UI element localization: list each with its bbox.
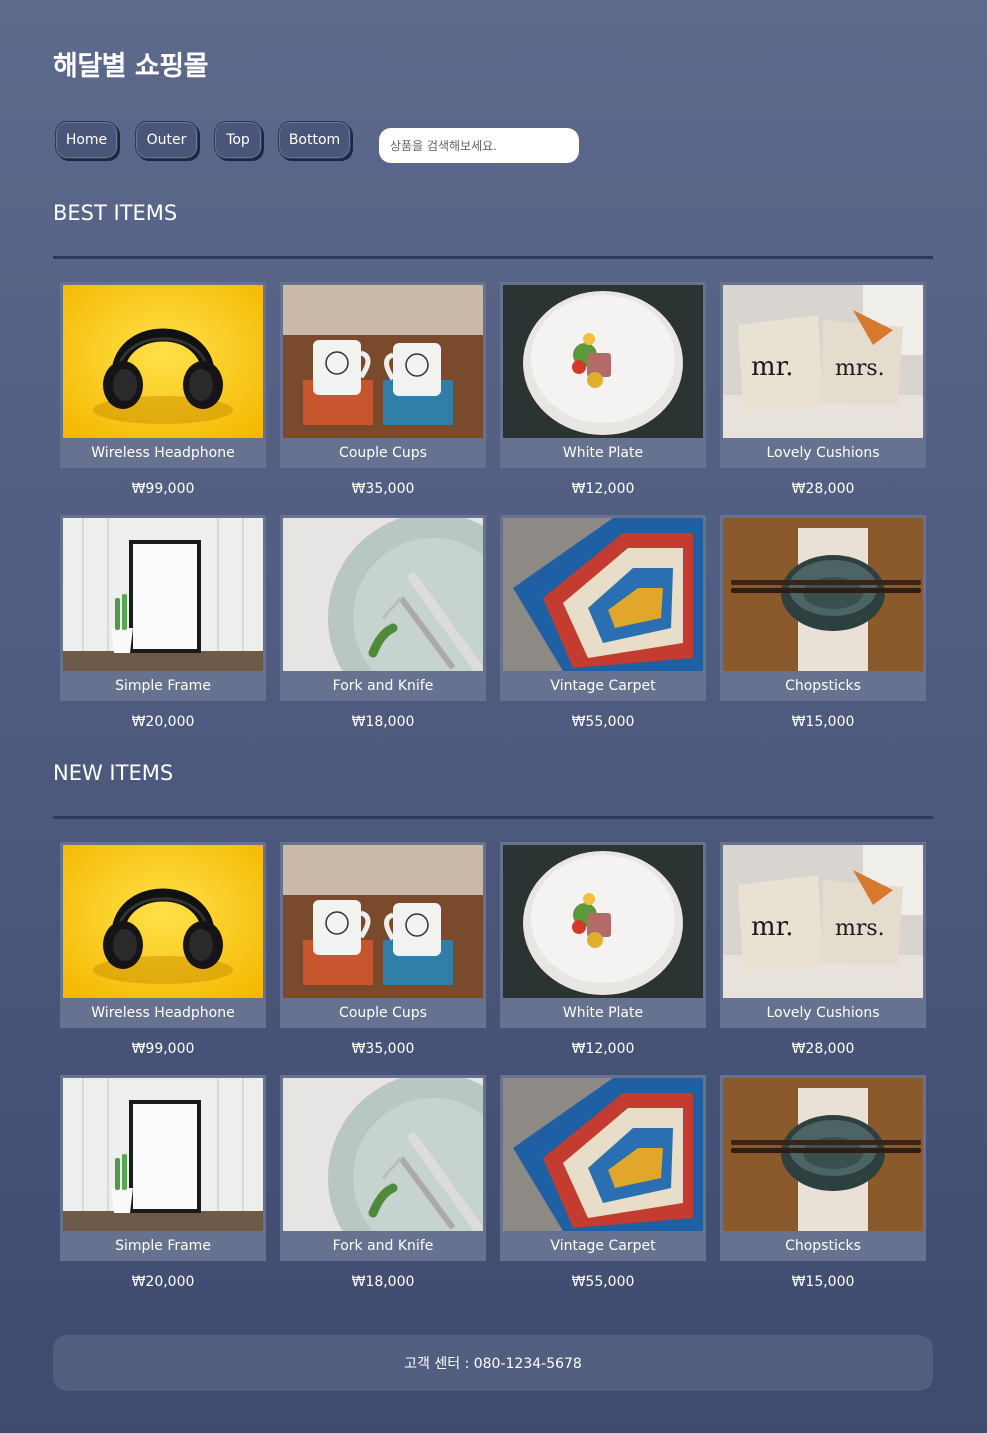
product-price: ₩28,000 — [791, 1041, 855, 1057]
headphone-image — [63, 285, 263, 438]
chopsticks-image — [723, 1078, 923, 1231]
product-price: ₩15,000 — [791, 1274, 855, 1290]
svg-text:mrs.: mrs. — [835, 356, 885, 381]
plate-image — [503, 845, 703, 998]
product-card[interactable]: Vintage Carpet ₩55,000 — [500, 1075, 706, 1290]
product-image[interactable] — [720, 1075, 926, 1231]
cups-image — [283, 845, 483, 998]
product-price: ₩28,000 — [791, 481, 855, 497]
product-name: Chopsticks — [720, 671, 926, 701]
chopsticks-image — [723, 518, 923, 671]
nav-home-button[interactable]: Home — [55, 121, 118, 159]
product-price: ₩99,000 — [131, 481, 195, 497]
product-card[interactable]: Chopsticks ₩15,000 — [720, 1075, 926, 1290]
product-price: ₩18,000 — [351, 714, 415, 730]
section-title-best: BEST ITEMS — [53, 201, 178, 225]
product-price: ₩12,000 — [571, 481, 635, 497]
product-name: Wireless Headphone — [60, 438, 266, 468]
product-card[interactable]: Fork and Knife ₩18,000 — [280, 515, 486, 730]
section-divider — [53, 816, 933, 819]
product-card[interactable]: Couple Cups ₩35,000 — [280, 282, 486, 497]
product-image[interactable] — [500, 515, 706, 671]
footer: 고객 센터 : 080-1234-5678 — [53, 1335, 933, 1391]
product-name: Couple Cups — [280, 998, 486, 1028]
product-image[interactable] — [60, 282, 266, 438]
search-input[interactable] — [379, 128, 579, 163]
product-card[interactable]: Vintage Carpet ₩55,000 — [500, 515, 706, 730]
product-name: Vintage Carpet — [500, 1231, 706, 1261]
product-card[interactable]: Couple Cups ₩35,000 — [280, 842, 486, 1057]
product-card[interactable]: Chopsticks ₩15,000 — [720, 515, 926, 730]
product-name: Lovely Cushions — [720, 438, 926, 468]
product-image[interactable] — [60, 1075, 266, 1231]
product-image[interactable] — [60, 842, 266, 998]
product-price: ₩20,000 — [131, 1274, 195, 1290]
product-image[interactable] — [280, 515, 486, 671]
product-price: ₩20,000 — [131, 714, 195, 730]
product-card[interactable]: Simple Frame ₩20,000 — [60, 515, 266, 730]
product-card[interactable]: mr. mrs. Lovely Cushions ₩28,000 — [720, 282, 926, 497]
site-title: 해달별 쇼핑몰 — [53, 51, 208, 82]
product-price: ₩35,000 — [351, 481, 415, 497]
svg-text:mr.: mr. — [751, 912, 794, 942]
product-image[interactable] — [500, 842, 706, 998]
footer-contact-text: 고객 센터 : 080-1234-5678 — [404, 1356, 582, 1372]
cups-image — [283, 285, 483, 438]
carpet-image — [503, 1078, 703, 1231]
section-title-new: NEW ITEMS — [53, 761, 174, 785]
product-image[interactable] — [720, 515, 926, 671]
cutlery-image — [283, 518, 483, 671]
product-image[interactable] — [500, 282, 706, 438]
product-card[interactable]: Simple Frame ₩20,000 — [60, 1075, 266, 1290]
product-card[interactable]: Wireless Headphone ₩99,000 — [60, 282, 266, 497]
cutlery-image — [283, 1078, 483, 1231]
cushions-image: mr. mrs. — [723, 845, 923, 998]
product-card[interactable]: White Plate ₩12,000 — [500, 282, 706, 497]
product-name: Wireless Headphone — [60, 998, 266, 1028]
product-card[interactable]: mr. mrs. Lovely Cushions ₩28,000 — [720, 842, 926, 1057]
product-name: Fork and Knife — [280, 1231, 486, 1261]
product-card[interactable]: White Plate ₩12,000 — [500, 842, 706, 1057]
product-name: Vintage Carpet — [500, 671, 706, 701]
section-divider — [53, 256, 933, 259]
cushions-image: mr. mrs. — [723, 285, 923, 438]
product-card[interactable]: Wireless Headphone ₩99,000 — [60, 842, 266, 1057]
product-price: ₩99,000 — [131, 1041, 195, 1057]
product-price: ₩55,000 — [571, 1274, 635, 1290]
product-price: ₩18,000 — [351, 1274, 415, 1290]
product-name: Couple Cups — [280, 438, 486, 468]
product-image[interactable] — [280, 1075, 486, 1231]
frame-image — [63, 1078, 263, 1231]
svg-text:mrs.: mrs. — [835, 916, 885, 941]
product-image[interactable] — [500, 1075, 706, 1231]
svg-text:mr.: mr. — [751, 352, 794, 382]
product-price: ₩12,000 — [571, 1041, 635, 1057]
product-image[interactable] — [280, 282, 486, 438]
product-price: ₩55,000 — [571, 714, 635, 730]
product-image[interactable]: mr. mrs. — [720, 282, 926, 438]
product-name: Simple Frame — [60, 671, 266, 701]
product-name: Fork and Knife — [280, 671, 486, 701]
product-name: White Plate — [500, 438, 706, 468]
nav-outer-button[interactable]: Outer — [135, 121, 198, 159]
headphone-image — [63, 845, 263, 998]
product-image[interactable] — [60, 515, 266, 671]
product-name: Simple Frame — [60, 1231, 266, 1261]
frame-image — [63, 518, 263, 671]
product-price: ₩35,000 — [351, 1041, 415, 1057]
product-price: ₩15,000 — [791, 714, 855, 730]
nav-bottom-button[interactable]: Bottom — [278, 121, 351, 159]
product-name: Lovely Cushions — [720, 998, 926, 1028]
product-name: White Plate — [500, 998, 706, 1028]
plate-image — [503, 285, 703, 438]
product-card[interactable]: Fork and Knife ₩18,000 — [280, 1075, 486, 1290]
carpet-image — [503, 518, 703, 671]
product-image[interactable] — [280, 842, 486, 998]
product-name: Chopsticks — [720, 1231, 926, 1261]
product-image[interactable]: mr. mrs. — [720, 842, 926, 998]
nav-top-button[interactable]: Top — [214, 121, 262, 159]
